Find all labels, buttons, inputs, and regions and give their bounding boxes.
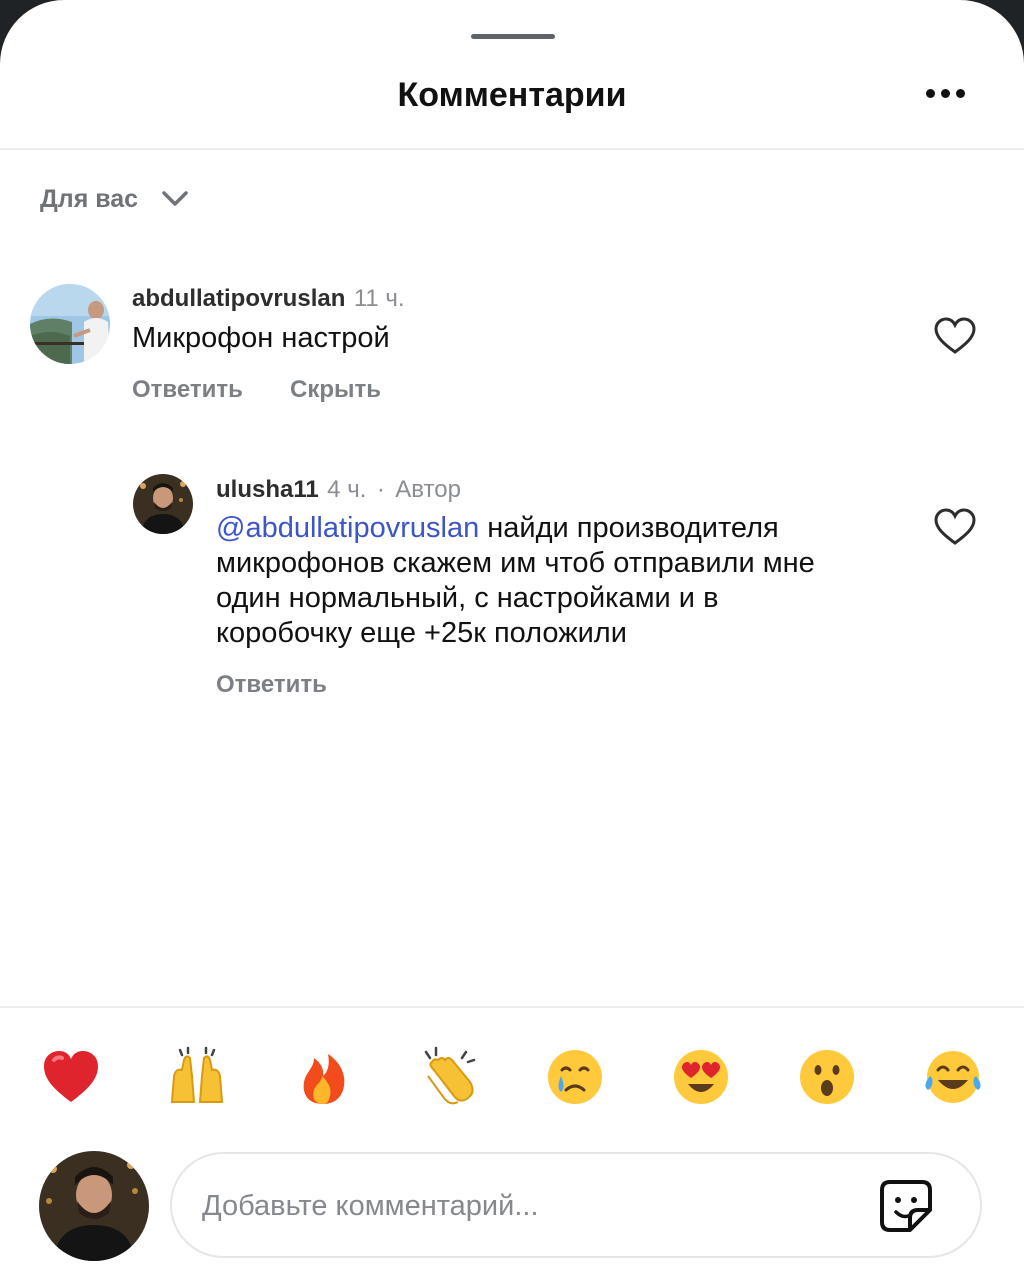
comment-input[interactable]: Добавьте комментарий...: [170, 1152, 982, 1258]
surprised-face-emoji-button[interactable]: [796, 1046, 858, 1108]
avatar[interactable]: [30, 284, 110, 364]
page-title: Комментарии: [397, 76, 627, 114]
comment-header: ulusha11 4 ч. · Автор: [216, 476, 461, 504]
comment-username[interactable]: abdullatipovruslan: [132, 285, 345, 312]
clapping-hands-emoji-button[interactable]: [418, 1046, 480, 1108]
sticker-icon[interactable]: [876, 1176, 936, 1236]
my-avatar[interactable]: [39, 1151, 149, 1261]
sort-filter-dropdown[interactable]: Для вас: [40, 182, 188, 216]
reactions-divider: [0, 1006, 1024, 1008]
mention-link[interactable]: @abdullatipovruslan: [216, 512, 479, 544]
comment-line: один нормальный, с настройками и в: [216, 582, 719, 614]
author-badge: Автор: [395, 476, 461, 503]
hide-button[interactable]: Скрыть: [290, 376, 381, 404]
filter-label: Для вас: [40, 184, 139, 213]
laughing-tears-emoji-button[interactable]: [922, 1046, 984, 1108]
avatar[interactable]: [133, 474, 193, 534]
reply-button[interactable]: Ответить: [132, 376, 243, 404]
chevron-down-icon: [162, 191, 188, 206]
comment-username[interactable]: ulusha11: [216, 476, 319, 503]
heart-outline-icon[interactable]: [934, 508, 976, 546]
comment-header: abdullatipovruslan 11 ч.: [132, 285, 405, 313]
separator-dot: ·: [376, 476, 385, 503]
comment-text-fragment: найди производителя: [479, 512, 779, 544]
comment-line: @abdullatipovruslan найди производителя: [216, 511, 896, 546]
comment-text: @abdullatipovruslan найди производителя …: [216, 511, 896, 651]
header-divider: [0, 148, 1024, 150]
more-horizontal-icon: [926, 89, 935, 98]
crying-face-emoji-button[interactable]: [544, 1046, 606, 1108]
raising-hands-emoji-button[interactable]: [166, 1046, 228, 1108]
comment-line: микрофонов скажем им чтоб отправили мне: [216, 547, 815, 579]
heart-emoji-button[interactable]: [40, 1046, 102, 1108]
comment-text: Микрофон настрой: [132, 322, 390, 354]
comment-time: 11 ч.: [353, 285, 405, 312]
comment-input-placeholder: Добавьте комментарий...: [202, 1190, 539, 1222]
comment-line: коробочку еще +25к положили: [216, 617, 627, 649]
heart-eyes-emoji-button[interactable]: [670, 1046, 732, 1108]
reply-button[interactable]: Ответить: [216, 671, 327, 699]
drag-handle[interactable]: [471, 34, 555, 39]
heart-outline-icon[interactable]: [934, 317, 976, 355]
fire-emoji-button[interactable]: [292, 1046, 354, 1108]
comment-time: 4 ч.: [327, 476, 367, 503]
more-options-button[interactable]: [920, 82, 970, 106]
comments-sheet: Комментарии Для вас abdullatipovruslan 1…: [0, 0, 1024, 1280]
